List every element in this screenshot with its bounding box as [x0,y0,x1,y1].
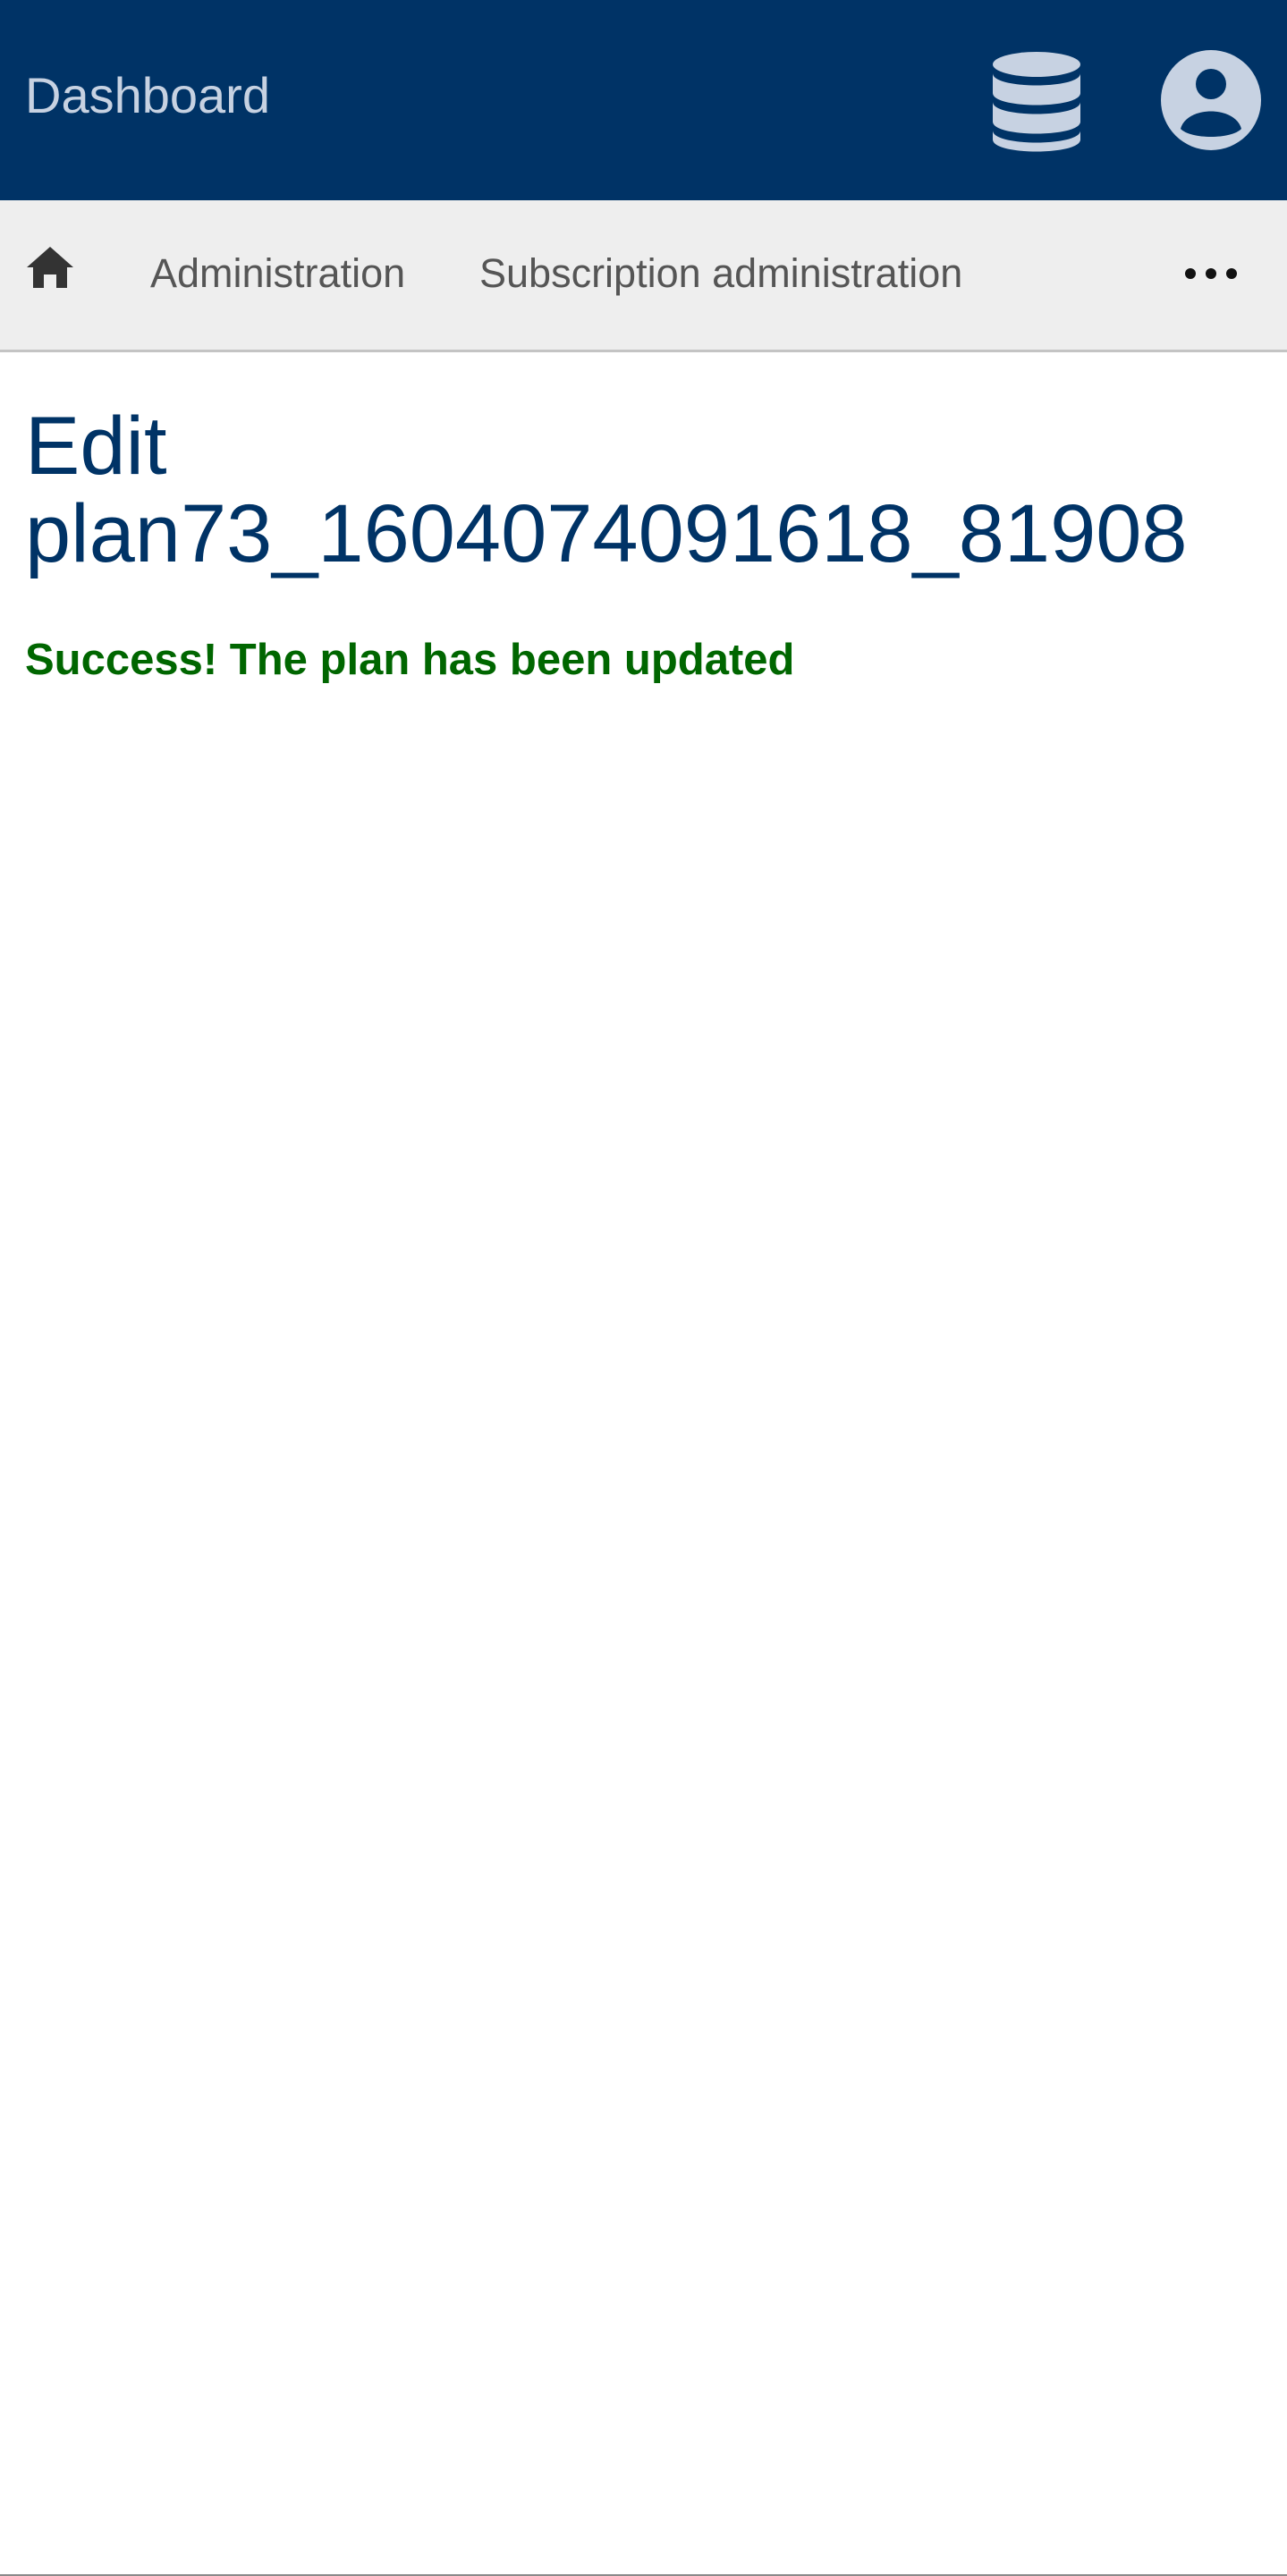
page-title: Edit plan73_1604074091618_81908 [25,402,1268,578]
page: Dashboard Administration Subscription ad… [0,0,1287,2576]
home-icon [27,247,73,288]
dashboard-link[interactable]: Dashboard [25,64,270,127]
top-navbar: Dashboard [0,0,1287,200]
breadcrumb-administration[interactable]: Administration [150,249,405,299]
user-circle-icon [1161,50,1261,150]
breadcrumb-more-button[interactable] [1182,254,1240,293]
page-title-plan-name: plan73_1604074091618_81908 [25,488,1188,579]
page-title-line1: Edit [25,401,167,492]
breadcrumb-subscription-administration[interactable]: Subscription administration [479,249,962,299]
success-message: Success! The plan has been updated [25,636,795,684]
ellipsis-icon [1185,268,1237,279]
breadcrumb-home[interactable] [25,245,75,290]
database-button[interactable] [984,46,1089,154]
database-icon [993,52,1080,152]
user-menu-button[interactable] [1158,46,1264,154]
